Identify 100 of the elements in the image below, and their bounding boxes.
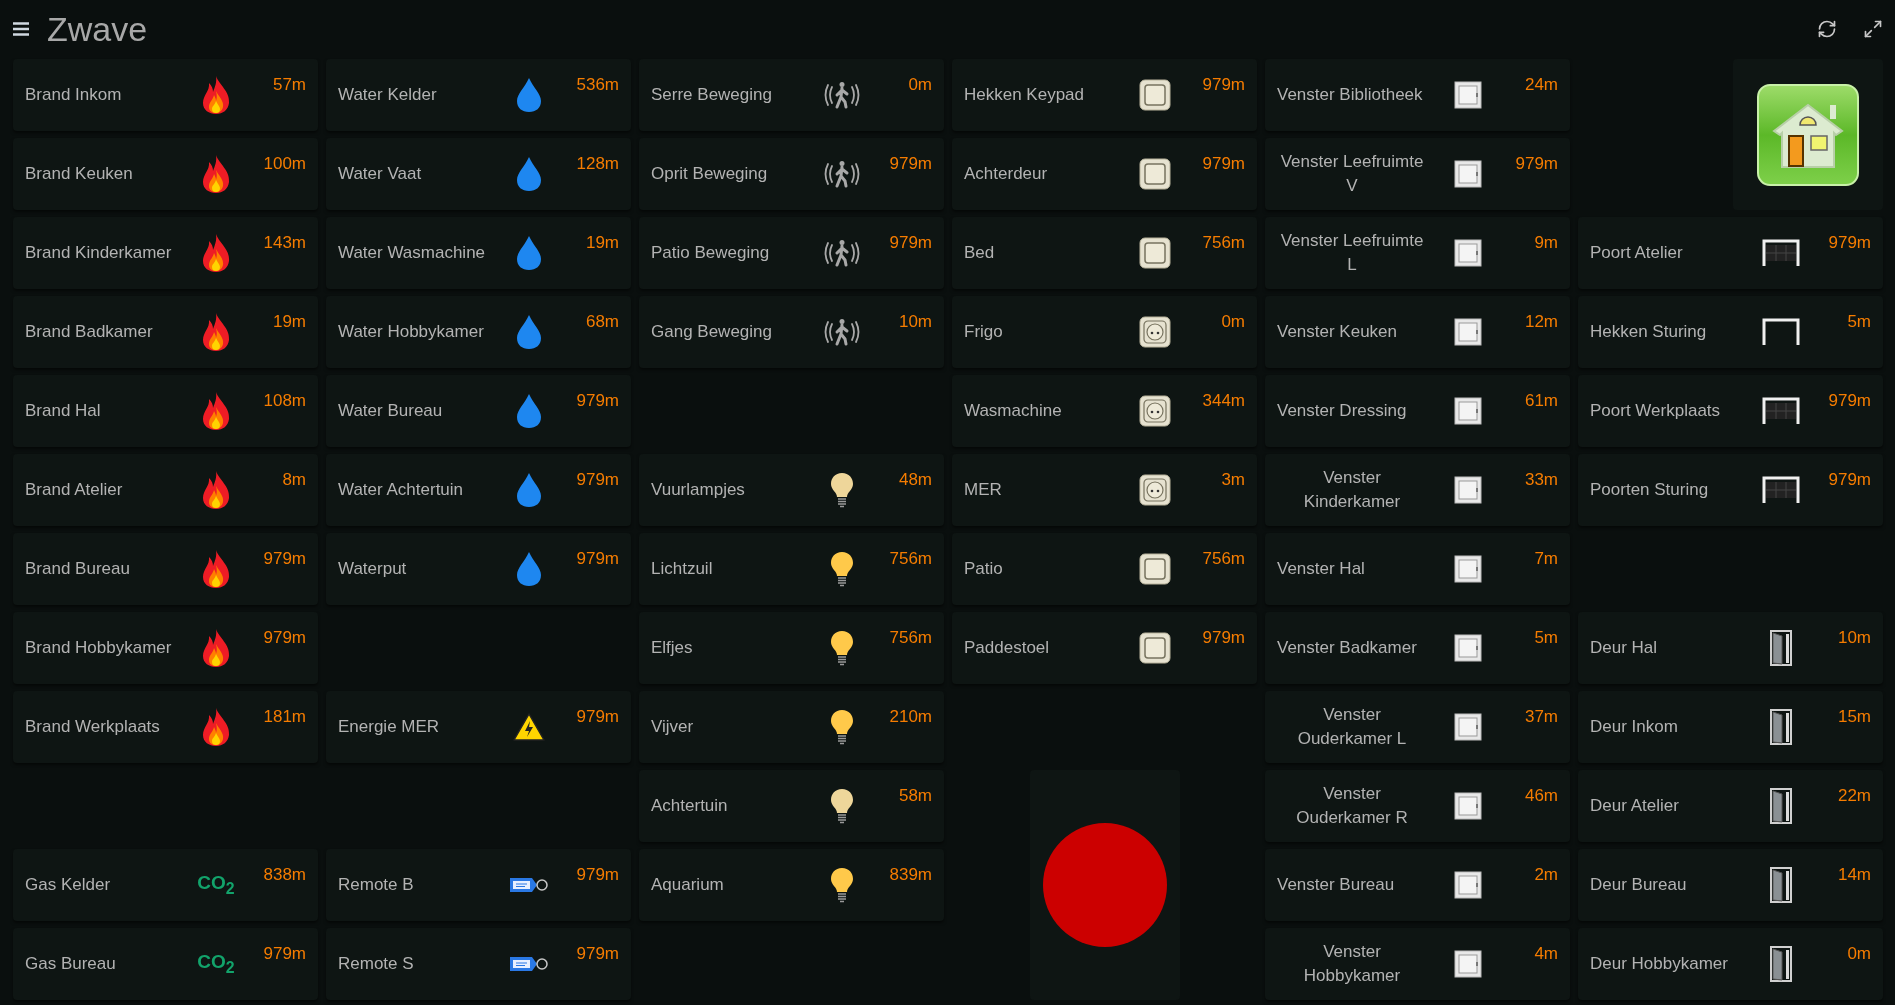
switch-icon — [1139, 553, 1171, 585]
sensor-tile[interactable]: Water Hobbykamer 68m — [326, 296, 631, 368]
sensor-tile[interactable]: Deur Hobbykamer 0m — [1578, 928, 1883, 1000]
sensor-tile[interactable]: Brand Kinderkamer 143m — [13, 217, 318, 289]
sensor-tile[interactable]: Brand Badkamer 19m — [13, 296, 318, 368]
menu-icon[interactable] — [13, 21, 29, 36]
window-icon — [1454, 397, 1482, 425]
sensor-tile[interactable]: Achterdeur 979m — [952, 138, 1257, 210]
sensor-name: Gas Kelder — [25, 874, 111, 896]
sensor-tile[interactable]: Poort Werkplaats 979m — [1578, 375, 1883, 447]
sensor-tile[interactable]: Vijver 210m — [639, 691, 944, 763]
motion-sensor-icon — [823, 160, 861, 188]
sensor-tile[interactable]: Venster Ouderkamer R 46m — [1265, 770, 1570, 842]
sensor-tile[interactable]: Gang Beweging 10m — [639, 296, 944, 368]
sensor-tile[interactable]: Venster Hobbykamer 4m — [1265, 928, 1570, 1000]
sensor-tile[interactable]: Waterput 979m — [326, 533, 631, 605]
sensor-age: 58m — [898, 786, 932, 806]
sensor-age: 979m — [1202, 75, 1245, 95]
sensor-tile[interactable]: Vuurlampjes 48m — [639, 454, 944, 526]
flame-icon — [201, 75, 231, 115]
sensor-tile[interactable]: Venster Badkamer 5m — [1265, 612, 1570, 684]
co2-label: CO$_{2}$ — [197, 951, 235, 977]
sensor-tile[interactable]: Water Kelder 536m — [326, 59, 631, 131]
sensor-name: Water Hobbykamer — [338, 321, 484, 343]
sensor-age: 108m — [263, 391, 306, 411]
sensor-tile[interactable]: Hekken Sturing 5m — [1578, 296, 1883, 368]
sensor-name: Elfjes — [651, 637, 693, 659]
sensor-tile[interactable]: Deur Bureau 14m — [1578, 849, 1883, 921]
co2-label: CO$_{2}$ — [197, 872, 235, 898]
sensor-tile[interactable]: Gas Kelder CO$_{2}$ 838m — [13, 849, 318, 921]
sensor-tile[interactable]: Serre Beweging 0m — [639, 59, 944, 131]
sensor-tile[interactable]: Brand Hobbykamer 979m — [13, 612, 318, 684]
page-title: Zwave — [47, 11, 148, 46]
flame-icon — [201, 154, 231, 194]
sensor-tile[interactable]: Brand Bureau 979m — [13, 533, 318, 605]
sensor-tile[interactable]: Elfjes 756m — [639, 612, 944, 684]
sensor-tile[interactable]: Water Wasmachine 19m — [326, 217, 631, 289]
sensor-age: 24m — [1524, 75, 1558, 95]
sensor-age: 979m — [889, 233, 932, 253]
sensor-tile[interactable]: Venster Hal 7m — [1265, 533, 1570, 605]
sensor-tile[interactable]: Remote S 979m — [326, 928, 631, 1000]
sensor-tile[interactable]: Venster Bureau 2m — [1265, 849, 1570, 921]
sensor-name: Deur Inkom — [1590, 716, 1678, 738]
sensor-name: Waterput — [338, 558, 407, 580]
sensor-tile[interactable]: Brand Hal 108m — [13, 375, 318, 447]
sensor-tile[interactable]: MER 3m — [952, 454, 1257, 526]
sensor-tile[interactable]: Poorten Sturing 979m — [1578, 454, 1883, 526]
sensor-name: Water Bureau — [338, 400, 443, 422]
sensor-tile[interactable]: Wasmachine 344m — [952, 375, 1257, 447]
sensor-tile[interactable]: Bed 756m — [952, 217, 1257, 289]
sensor-age: 143m — [263, 233, 306, 253]
sensor-tile[interactable]: Venster Dressing 61m — [1265, 375, 1570, 447]
power-socket-icon — [1139, 474, 1171, 506]
sensor-tile[interactable]: Water Achtertuin 979m — [326, 454, 631, 526]
sensor-tile[interactable]: Frigo 0m — [952, 296, 1257, 368]
sensor-tile[interactable]: Deur Hal 10m — [1578, 612, 1883, 684]
sensor-name: Venster Ouderkamer L — [1296, 704, 1408, 750]
sensor-name: Oprit Beweging — [651, 163, 768, 185]
sensor-tile[interactable]: Remote B 979m — [326, 849, 631, 921]
sensor-tile[interactable]: Venster Bibliotheek 24m — [1265, 59, 1570, 131]
sensor-age: 4m — [1534, 944, 1558, 964]
sensor-tile[interactable]: Lichtzuil 756m — [639, 533, 944, 605]
sensor-tile[interactable]: Poort Atelier 979m — [1578, 217, 1883, 289]
home-tile[interactable] — [1733, 59, 1883, 210]
refresh-icon[interactable] — [1817, 18, 1837, 39]
sensor-tile[interactable]: Gas Bureau CO$_{2}$ 979m — [13, 928, 318, 1000]
sensor-tile[interactable]: Venster Leefruimte V 979m — [1265, 138, 1570, 210]
sensor-tile[interactable]: Patio 756m — [952, 533, 1257, 605]
sensor-name: Brand Atelier — [25, 479, 123, 501]
sensor-tile[interactable]: Paddestoel 979m — [952, 612, 1257, 684]
sensor-tile[interactable]: Venster Leefruimte L 9m — [1265, 217, 1570, 289]
flame-icon — [201, 312, 231, 352]
sensor-tile[interactable]: Aquarium 839m — [639, 849, 944, 921]
sensor-tile[interactable]: Brand Keuken 100m — [13, 138, 318, 210]
sensor-tile[interactable]: Oprit Beweging 979m — [639, 138, 944, 210]
sensor-age: 0m — [1221, 312, 1245, 332]
sensor-tile[interactable]: Venster Kinderkamer 33m — [1265, 454, 1570, 526]
sensor-tile[interactable]: Deur Inkom 15m — [1578, 691, 1883, 763]
sensor-age: 756m — [1202, 549, 1245, 569]
sensor-tile[interactable]: Patio Beweging 979m — [639, 217, 944, 289]
sensor-name: Venster Leefruimte V — [1279, 151, 1425, 197]
sensor-tile[interactable]: Brand Inkom 57m — [13, 59, 318, 131]
sensor-tile[interactable]: Achtertuin 58m — [639, 770, 944, 842]
sensor-tile[interactable]: Brand Werkplaats 181m — [13, 691, 318, 763]
sensor-tile[interactable]: Deur Atelier 22m — [1578, 770, 1883, 842]
sensor-name: Remote B — [338, 874, 414, 896]
fullscreen-icon[interactable] — [1863, 18, 1883, 39]
sensor-tile[interactable]: Venster Keuken 12m — [1265, 296, 1570, 368]
sensor-name: Wasmachine — [964, 400, 1062, 422]
sensor-tile[interactable]: Hekken Keypad 979m — [952, 59, 1257, 131]
alarm-tile[interactable] — [1029, 770, 1180, 1000]
flame-icon — [201, 707, 231, 747]
sensor-tile[interactable]: Brand Atelier 8m — [13, 454, 318, 526]
sensor-tile[interactable]: Water Bureau 979m — [326, 375, 631, 447]
sensor-tile[interactable]: Water Vaat 128m — [326, 138, 631, 210]
gate-frame-icon — [1762, 318, 1800, 346]
sensor-age: 48m — [898, 470, 932, 490]
sensor-tile[interactable]: Energie MER 979m — [326, 691, 631, 763]
sensor-tile[interactable]: Venster Ouderkamer L 37m — [1265, 691, 1570, 763]
sensor-age: 5m — [1847, 312, 1871, 332]
